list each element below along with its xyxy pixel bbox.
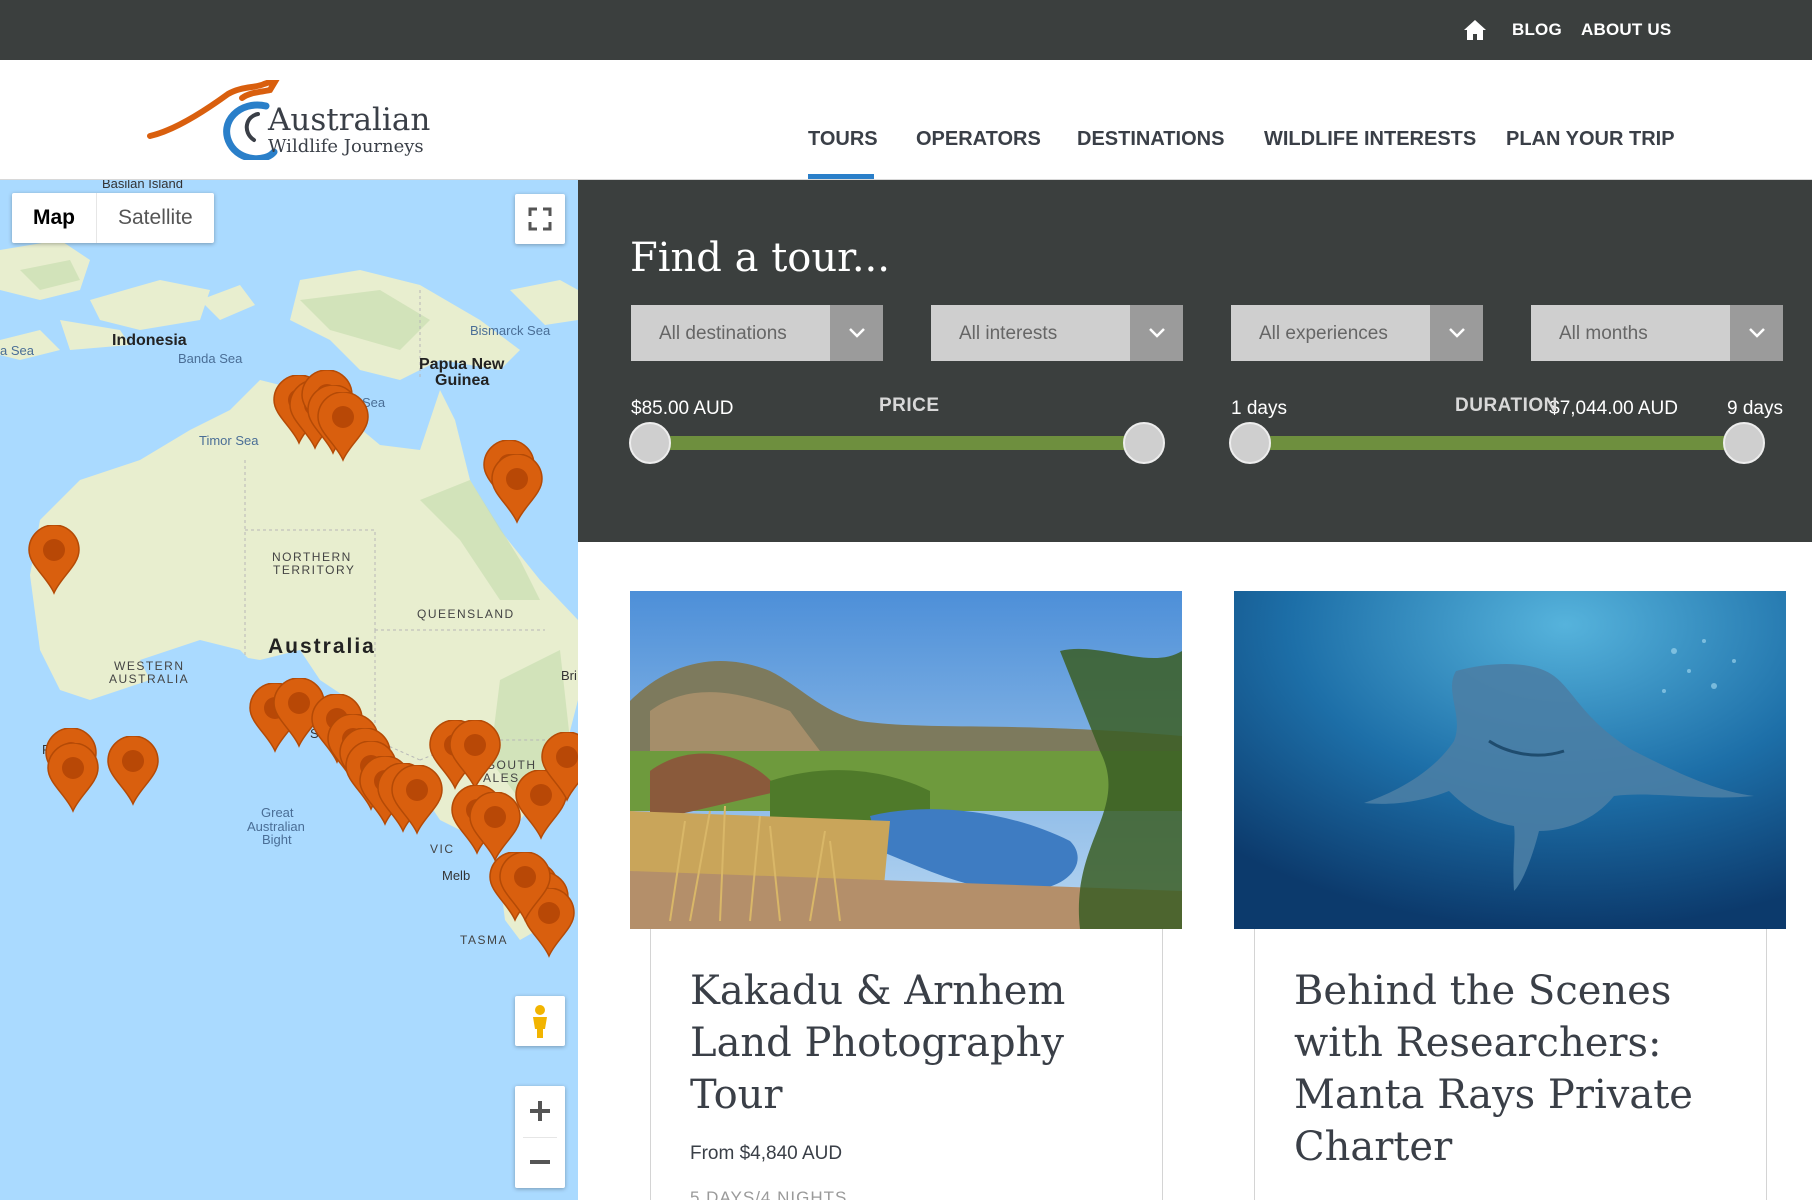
price-min-label: $85.00 AUD bbox=[631, 398, 734, 419]
chevron-down-icon bbox=[1149, 328, 1165, 338]
zoom-in-icon[interactable] bbox=[515, 1086, 565, 1137]
tour-marker-icon[interactable] bbox=[106, 736, 160, 806]
duration-label: DURATION bbox=[1455, 395, 1558, 416]
destinations-select-value: All destinations bbox=[659, 323, 787, 344]
duration-max-label: 9 days bbox=[1727, 398, 1783, 419]
tour-title-line: Kakadu & Arnhem bbox=[690, 968, 1066, 1014]
chevron-down-icon bbox=[1449, 328, 1465, 338]
nav-wildlife-interests[interactable]: WILDLIFE INTERESTS bbox=[1264, 128, 1476, 151]
map-label-timor-sea: Timor Sea bbox=[199, 433, 259, 448]
months-dropdown-button[interactable] bbox=[1730, 305, 1783, 361]
price-max-handle[interactable] bbox=[1123, 422, 1165, 464]
interests-dropdown-button[interactable] bbox=[1130, 305, 1183, 361]
price-min-handle[interactable] bbox=[629, 422, 671, 464]
experiences-select-value: All experiences bbox=[1259, 323, 1388, 344]
search-heading: Find a tour... bbox=[630, 235, 890, 281]
top-utility-bar: BLOG ABOUT US bbox=[0, 0, 1812, 60]
map-label-australia: Australia bbox=[268, 635, 376, 658]
satellite-view-button[interactable]: Satellite bbox=[97, 193, 214, 243]
nav-plan-your-trip[interactable]: PLAN YOUR TRIP bbox=[1506, 128, 1675, 151]
tour-title-kakadu[interactable]: Kakadu & Arnhem Land Photography Tour bbox=[690, 965, 1065, 1121]
tour-title-line: Charter bbox=[1294, 1124, 1453, 1170]
tour-marker-icon[interactable] bbox=[316, 392, 370, 462]
months-select-value: All months bbox=[1559, 323, 1648, 344]
interests-select[interactable]: All interests bbox=[931, 305, 1183, 361]
logo-wordmark: Australian bbox=[268, 102, 431, 138]
map-label-png-2: Guinea bbox=[435, 372, 490, 389]
experiences-select[interactable]: All experiences bbox=[1231, 305, 1483, 361]
tour-price-kakadu: From $4,840 AUD bbox=[690, 1143, 843, 1164]
tour-marker-icon[interactable] bbox=[498, 852, 552, 922]
interests-select-value: All interests bbox=[959, 323, 1058, 344]
pegman-icon bbox=[533, 1005, 547, 1038]
chevron-down-icon bbox=[1749, 328, 1765, 338]
fullscreen-icon bbox=[528, 207, 552, 231]
logo-tagline: Wildlife Journeys bbox=[268, 136, 424, 157]
zoom-out-icon[interactable] bbox=[515, 1137, 565, 1188]
tour-marker-icon[interactable] bbox=[490, 454, 544, 524]
price-max-label: $7,044.00 AUD bbox=[1549, 398, 1678, 419]
map-label-gab-1: Great bbox=[261, 805, 294, 820]
map-label-brisbane: Bri bbox=[561, 668, 577, 683]
map-label-melbourne: Melb bbox=[442, 868, 471, 883]
duration-min-handle[interactable] bbox=[1229, 422, 1271, 464]
fullscreen-button[interactable] bbox=[515, 194, 565, 244]
map-label-nt-2: TERRITORY bbox=[273, 563, 356, 577]
tour-title-manta[interactable]: Behind the Scenes with Researchers: Mant… bbox=[1294, 965, 1693, 1173]
tour-marker-icon[interactable] bbox=[27, 525, 81, 595]
tour-title-line: Behind the Scenes bbox=[1294, 968, 1672, 1014]
about-us-link[interactable]: ABOUT US bbox=[1581, 20, 1671, 40]
months-select[interactable]: All months bbox=[1531, 305, 1783, 361]
map-label-basilan: Basilan Island bbox=[102, 180, 183, 191]
map-label-gab-3: Bight bbox=[262, 832, 292, 847]
map-type-toggle: Map Satellite bbox=[12, 193, 214, 243]
tour-marker-icon[interactable] bbox=[540, 732, 578, 802]
street-view-pegman[interactable] bbox=[515, 996, 565, 1046]
destinations-dropdown-button[interactable] bbox=[830, 305, 883, 361]
duration-slider-track[interactable] bbox=[1250, 436, 1744, 450]
chevron-down-icon bbox=[849, 328, 865, 338]
map-label-bismarck-sea: Bismarck Sea bbox=[470, 323, 551, 338]
tour-search-panel: Find a tour... All destinations All inte… bbox=[578, 180, 1812, 542]
manta-ray-image bbox=[1234, 591, 1786, 929]
tour-duration-kakadu: 5 DAYS/4 NIGHTS bbox=[690, 1188, 848, 1200]
duration-min-label: 1 days bbox=[1231, 398, 1287, 419]
nav-operators[interactable]: OPERATORS bbox=[916, 128, 1041, 151]
home-icon[interactable] bbox=[1463, 19, 1487, 41]
blog-link[interactable]: BLOG bbox=[1512, 20, 1562, 40]
tour-marker-icon[interactable] bbox=[448, 720, 502, 790]
tour-marker-icon[interactable] bbox=[46, 743, 100, 813]
map-label-java-sea: a Sea bbox=[0, 343, 34, 358]
nav-tours[interactable]: TOURS bbox=[808, 128, 878, 151]
map-label-wa-2: AUSTRALIA bbox=[109, 672, 190, 686]
kakadu-landscape-image bbox=[630, 591, 1182, 929]
active-nav-indicator bbox=[808, 174, 874, 179]
price-label: PRICE bbox=[879, 395, 940, 416]
tour-image-kakadu[interactable] bbox=[630, 591, 1182, 929]
tour-title-line: Manta Rays Private bbox=[1294, 1072, 1693, 1118]
map-label-qld: QUEENSLAND bbox=[417, 607, 515, 621]
zoom-controls bbox=[515, 1086, 565, 1188]
nav-destinations[interactable]: DESTINATIONS bbox=[1077, 128, 1224, 151]
map-label-indonesia: Indonesia bbox=[112, 332, 187, 349]
map-label-banda-sea: Banda Sea bbox=[178, 351, 243, 366]
tour-title-line: Land Photography bbox=[690, 1020, 1064, 1066]
map-view-button[interactable]: Map bbox=[12, 193, 96, 243]
duration-max-handle[interactable] bbox=[1723, 422, 1765, 464]
destinations-select[interactable]: All destinations bbox=[631, 305, 883, 361]
site-header: Australian Wildlife Journeys bbox=[0, 60, 1812, 180]
tour-image-manta[interactable] bbox=[1234, 591, 1786, 929]
price-slider-track[interactable] bbox=[650, 436, 1144, 450]
tour-title-line: with Researchers: bbox=[1294, 1020, 1662, 1066]
map-label-tasmania: TASMA bbox=[460, 933, 508, 947]
experiences-dropdown-button[interactable] bbox=[1430, 305, 1483, 361]
tour-title-line: Tour bbox=[690, 1072, 783, 1118]
tour-map[interactable]: Map Satellite Basilan Island Indonesia a… bbox=[0, 180, 578, 1200]
